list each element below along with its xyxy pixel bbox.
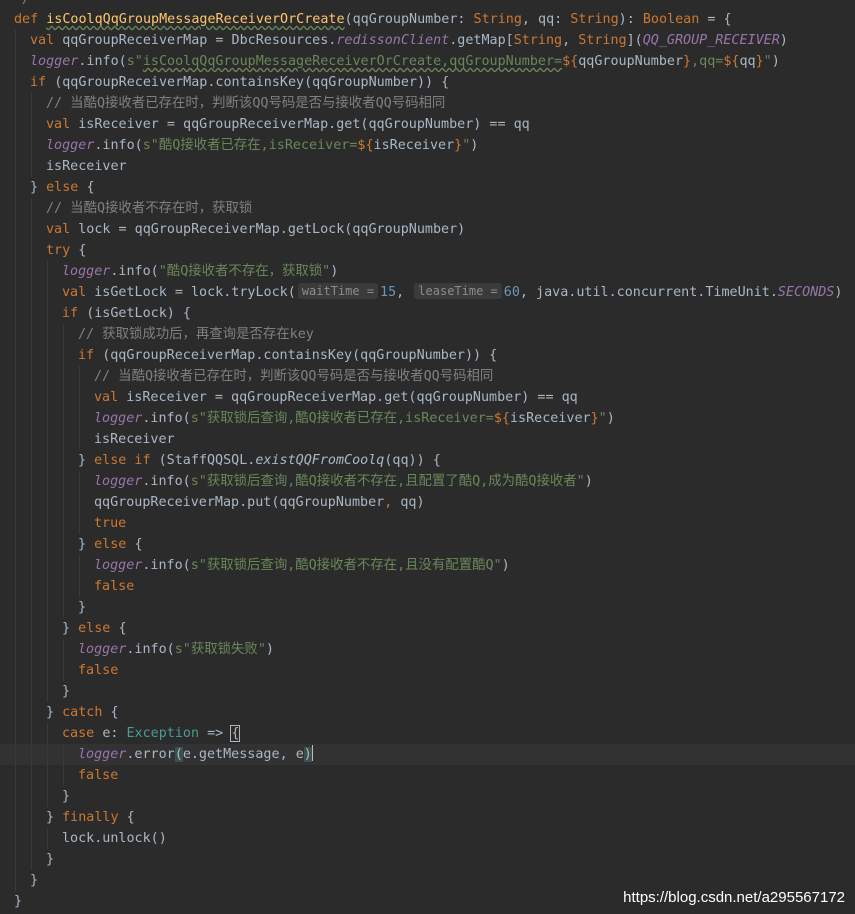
parameter-hint-leasetime: leaseTime = xyxy=(414,283,502,299)
code-line: val isReceiver = qqGroupReceiverMap.get(… xyxy=(0,387,855,408)
code-line: false xyxy=(0,660,855,681)
code-line: } else { xyxy=(0,618,855,639)
code-editor[interactable]: */ def isCoolqQqGroupMessageReceiverOrCr… xyxy=(0,0,855,914)
code-line: false xyxy=(0,765,855,786)
code-line: logger.info(s"获取锁后查询,酷Q接收者不存在,且配置了酷Q,成为酷… xyxy=(0,471,855,492)
code-line: if (qqGroupReceiverMap.containsKey(qqGro… xyxy=(0,345,855,366)
code-line: logger.info("酷Q接收者不存在，获取锁") xyxy=(0,261,855,282)
code-line: } finally { xyxy=(0,807,855,828)
code-line: } xyxy=(0,681,855,702)
code-line: // 当酷Q接收者已存在时，判断该QQ号码是否与接收者QQ号码相同 xyxy=(0,366,855,387)
code-line: // 获取锁成功后，再查询是否存在key xyxy=(0,324,855,345)
code-line: } xyxy=(0,849,855,870)
code-line: val isReceiver = qqGroupReceiverMap.get(… xyxy=(0,114,855,135)
code-line: } else if (StaffQQSQL.existQQFromCoolq(q… xyxy=(0,450,855,471)
code-line: def isCoolqQqGroupMessageReceiverOrCreat… xyxy=(14,12,732,27)
code-line: val qqGroupReceiverMap = DbcResources.re… xyxy=(0,30,855,51)
code-line-current: logger.error(e.getMessage, e) xyxy=(0,744,855,765)
code-line: lock.unlock() xyxy=(0,828,855,849)
code-line: if (qqGroupReceiverMap.containsKey(qqGro… xyxy=(0,72,855,93)
parameter-hint-waittime: waitTime = xyxy=(297,283,379,299)
code-line: qqGroupReceiverMap.put(qqGroupNumber, qq… xyxy=(0,492,855,513)
text-cursor xyxy=(311,745,313,761)
code-line: } xyxy=(0,870,855,891)
code-line: // 当酷Q接收者已存在时，判断该QQ号码是否与接收者QQ号码相同 xyxy=(0,93,855,114)
code-line: } else { xyxy=(0,534,855,555)
code-line: isReceiver xyxy=(0,156,855,177)
code-line: logger.info(s"获取锁后查询,酷Q接收者不存在,且没有配置酷Q") xyxy=(0,555,855,576)
code-line: logger.info(s"获取锁失败") xyxy=(0,639,855,660)
code-line: } xyxy=(0,597,855,618)
code-line: val lock = qqGroupReceiverMap.getLock(qq… xyxy=(0,219,855,240)
code-line: } xyxy=(0,786,855,807)
code-line: } else { xyxy=(0,177,855,198)
code-line: logger.info(s"获取锁后查询,酷Q接收者已存在,isReceiver… xyxy=(0,408,855,429)
code-line: if (isGetLock) { xyxy=(0,303,855,324)
code-line: true xyxy=(0,513,855,534)
code-line: case e: Exception => { xyxy=(0,723,855,744)
code-line: val isGetLock = lock.tryLock(waitTime = 1… xyxy=(0,282,855,303)
watermark-url: https://blog.csdn.net/a295567172 xyxy=(623,889,845,906)
code-line: logger.info(s"酷Q接收者已存在,isReceiver=${isRe… xyxy=(0,135,855,156)
code-line: false xyxy=(0,576,855,597)
code-line: } catch { xyxy=(0,702,855,723)
code-line: // 当酷Q接收者不存在时，获取锁 xyxy=(0,198,855,219)
code-line: isReceiver xyxy=(0,429,855,450)
code-line: try { xyxy=(0,240,855,261)
code-line: logger.info(s"isCoolqQqGroupMessageRecei… xyxy=(0,51,855,72)
